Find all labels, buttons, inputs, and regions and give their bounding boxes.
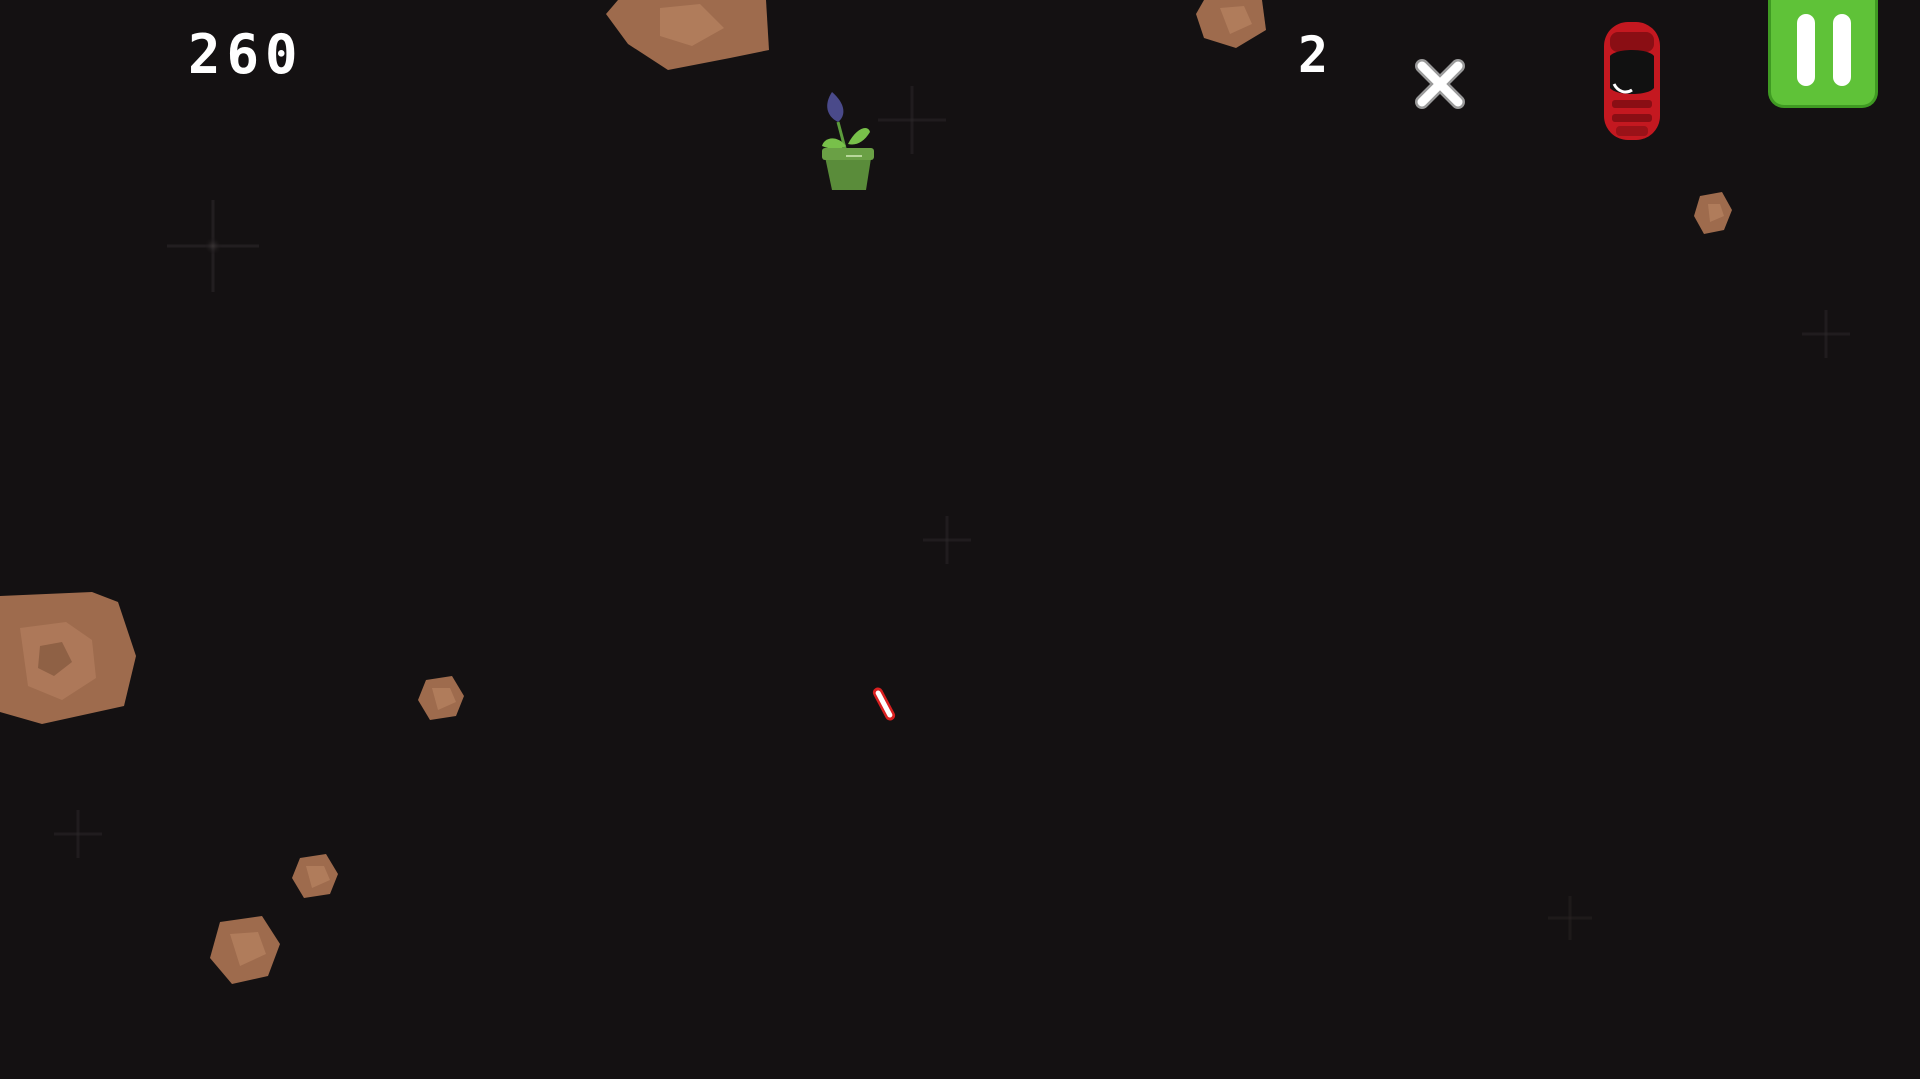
small-asteroid-low-left (292, 854, 338, 898)
tiny-asteroid-right (1694, 192, 1732, 234)
pause-button[interactable] (1768, 0, 1878, 108)
game-world (0, 0, 1850, 984)
large-asteroid-left (0, 592, 136, 724)
small-asteroid-mid-left (418, 676, 464, 720)
pause-icon (1833, 14, 1851, 86)
lives-count: 2 (1298, 26, 1335, 84)
small-asteroid-top-right (1196, 0, 1266, 48)
background-stars (54, 86, 1850, 940)
potted-flower (822, 92, 874, 190)
star-icon (1548, 896, 1592, 940)
small-asteroid-bottom-left (210, 916, 280, 984)
score-display: 260 (188, 23, 304, 86)
star-icon (878, 86, 946, 154)
game-stage[interactable]: 260 2 (0, 0, 1920, 1079)
large-asteroid-top (606, 0, 769, 70)
star-icon (923, 516, 971, 564)
red-car-ship-icon (1604, 22, 1660, 140)
star-icon (54, 810, 102, 858)
pause-icon (1797, 14, 1815, 86)
star-icon (167, 200, 259, 292)
close-x-icon (1415, 59, 1465, 109)
player-bullet (872, 687, 896, 721)
star-icon (1802, 310, 1850, 358)
